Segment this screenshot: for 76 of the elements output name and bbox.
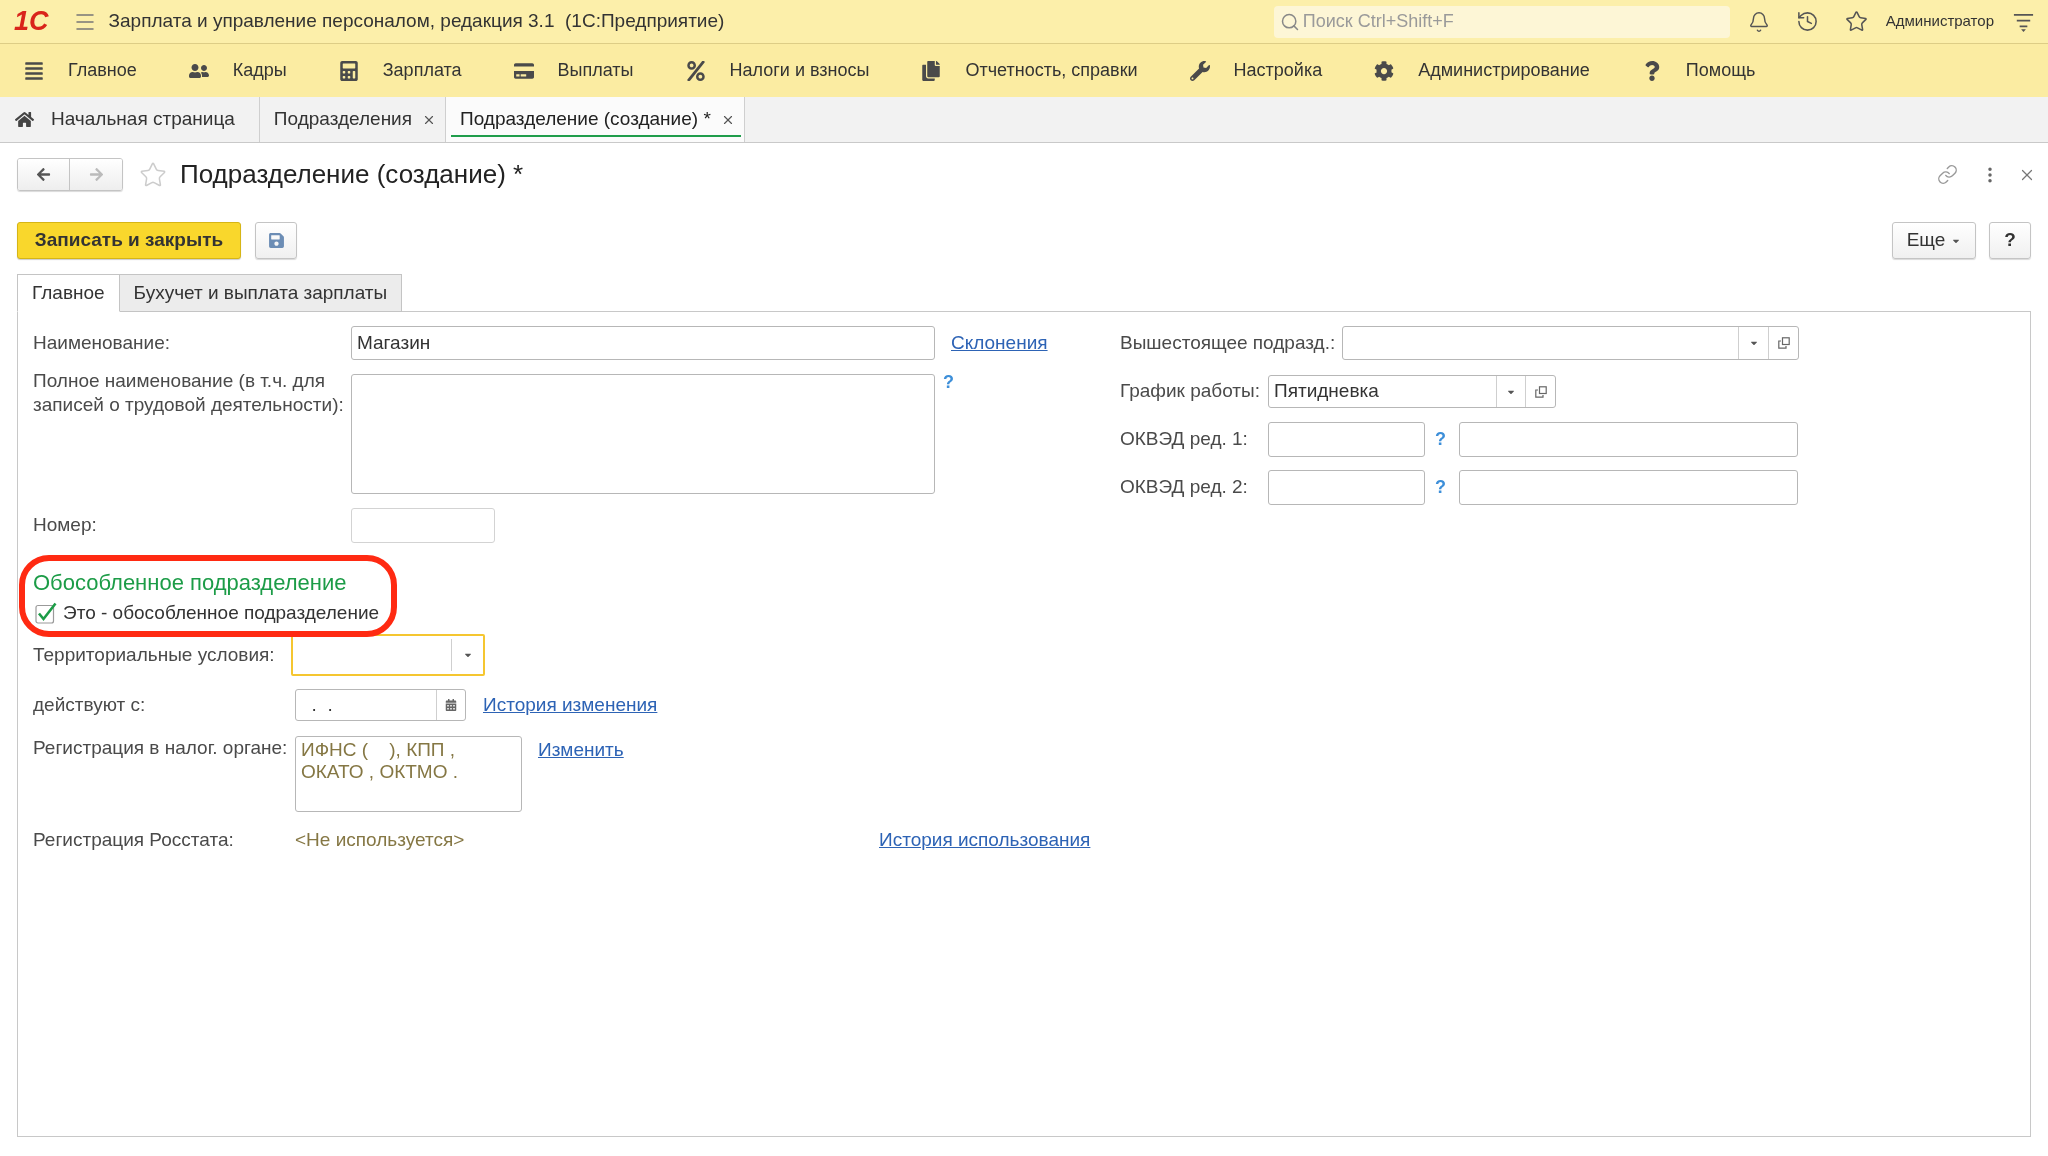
declensions-link[interactable]: Склонения: [951, 331, 1048, 353]
right-arrow-icon: [88, 167, 104, 182]
home-icon: [15, 110, 34, 129]
menu-item[interactable]: Выплаты: [557, 57, 634, 84]
work-schedule-input[interactable]: Пятидневка: [1269, 376, 1496, 407]
full-name-input[interactable]: [351, 374, 935, 494]
menu-item[interactable]: Зарплата: [382, 57, 462, 84]
field-label: Регистрация в налог. органе:: [33, 737, 288, 758]
documents-icon: [921, 60, 942, 81]
checkbox[interactable]: [35, 602, 57, 624]
open-window-icon: [1777, 337, 1790, 349]
parent-unit-field[interactable]: [1342, 326, 1799, 360]
bell-icon[interactable]: [1747, 10, 1770, 33]
field-label: Территориальные условия:: [33, 643, 275, 665]
menu-item[interactable]: Администрирование: [1418, 57, 1590, 84]
field-label: Номер:: [33, 514, 97, 535]
search-field[interactable]: Поиск Ctrl+Shift+F: [1273, 5, 1730, 38]
calendar-icon: [445, 699, 457, 711]
number-input[interactable]: [351, 508, 495, 543]
app-title: Зарплата и управление персоналом, редакция 3.1 (1С:Предприятие): [108, 9, 725, 34]
territorial-conditions-field[interactable]: [291, 634, 485, 676]
menu-item[interactable]: Налоги и взносы: [729, 57, 870, 84]
more-button[interactable]: Еще: [1892, 222, 1976, 259]
list-icon: [24, 60, 44, 81]
form-tab[interactable]: Бухучет и выплата зарплаты: [119, 274, 403, 312]
menu-item[interactable]: Главное: [68, 57, 137, 84]
field-label: Наименование:: [33, 331, 170, 353]
form-title: Подразделение (создание) *: [180, 158, 524, 191]
okved-code-input[interactable]: [1268, 470, 1425, 505]
help-button[interactable]: ?: [1989, 222, 2031, 259]
okved-code-input[interactable]: [1268, 422, 1425, 457]
tab[interactable]: Начальная страница: [0, 97, 260, 142]
back-button[interactable]: [18, 159, 70, 190]
work-schedule-field[interactable]: Пятидневка: [1268, 375, 1556, 408]
save-and-close-button[interactable]: Записать и закрыть: [17, 222, 241, 259]
history-icon[interactable]: [1795, 10, 1819, 33]
date-field[interactable]: . .: [295, 689, 466, 721]
menu-item[interactable]: Отчетность, справки: [965, 57, 1138, 84]
change-history-link[interactable]: История изменения: [483, 693, 658, 715]
search-icon: [1279, 11, 1300, 32]
link-icon[interactable]: [1937, 164, 1958, 185]
form-tab[interactable]: Главное: [17, 274, 120, 312]
field-label: действуют с:: [33, 693, 146, 715]
logo: 1С: [14, 8, 49, 35]
field-label: Вышестоящее подразд.:: [1120, 331, 1336, 353]
gear-icon: [1374, 60, 1395, 81]
okved-name-input[interactable]: [1459, 422, 1798, 457]
field-label: Регистрация Росстата:: [33, 828, 234, 850]
field-value: <Не используется>: [295, 828, 465, 850]
wrench-icon: [1189, 60, 1210, 81]
section-heading: Обособленное подразделение: [33, 568, 347, 597]
field-label: ОКВЭД ред. 1:: [1120, 428, 1248, 449]
menu-item[interactable]: Настройка: [1233, 57, 1323, 84]
okved-name-input[interactable]: [1459, 470, 1798, 505]
date-input[interactable]: . .: [296, 690, 436, 720]
card-icon: [513, 60, 534, 81]
star-icon[interactable]: [1844, 10, 1868, 33]
field-label: Полное наименование (в т.ч. для записей о трудовой деятельности):: [33, 370, 344, 415]
field-label: ОКВЭД ред. 2:: [1120, 476, 1248, 497]
favorite-star-icon[interactable]: [139, 160, 167, 189]
menu-item[interactable]: Кадры: [232, 57, 287, 84]
change-link[interactable]: Изменить: [538, 739, 624, 760]
open-window-icon: [1534, 385, 1547, 398]
tax-registration-field[interactable]: ИФНС ( ), КПП , ОКАТО , ОКТМО .: [295, 736, 522, 812]
field-label: График работы:: [1120, 380, 1260, 401]
user-name[interactable]: Администратор: [1885, 10, 1994, 33]
left-arrow-icon: [36, 167, 51, 182]
tab[interactable]: Подразделение (создание) *: [446, 97, 745, 142]
percent-icon: [685, 60, 706, 81]
search-input[interactable]: Поиск Ctrl+Shift+F: [1302, 7, 1730, 36]
menu-item[interactable]: Помощь: [1685, 57, 1756, 84]
checkbox-label: Это - обособленное подразделение: [63, 600, 380, 625]
name-input[interactable]: Магазин: [351, 326, 935, 360]
calculator-icon: [338, 60, 359, 81]
usage-history-link[interactable]: История использования: [879, 825, 1091, 855]
save-button[interactable]: [255, 222, 297, 259]
